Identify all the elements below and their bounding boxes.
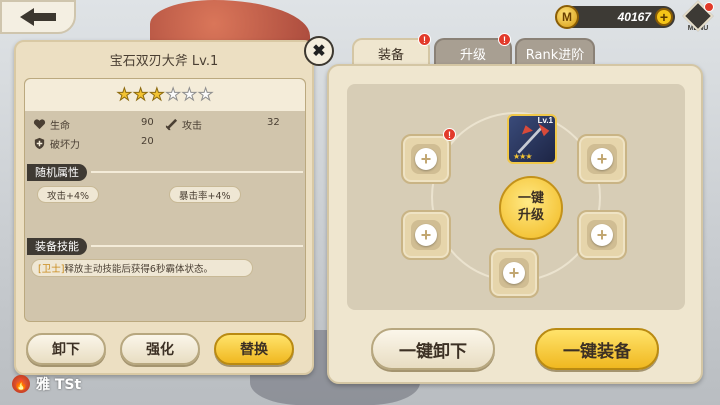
currency-bar: M 40167 +	[555, 5, 675, 29]
upgrade-all-button[interactable]: 一键 升级	[499, 176, 563, 240]
skill-tag: [卫士]	[38, 264, 65, 275]
menu-notification-badge	[704, 2, 714, 12]
tab-rank[interactable]: Rank进阶	[515, 38, 595, 66]
stat-attack: 攻击	[165, 117, 202, 132]
close-button[interactable]: ✖	[304, 36, 334, 66]
fire-element-icon: 🔥	[12, 375, 30, 393]
skill-title: 装备技能	[27, 237, 87, 255]
stat-hp: 生命	[33, 117, 70, 132]
add-currency-button[interactable]: +	[655, 8, 673, 26]
enhance-button[interactable]: 强化	[120, 333, 200, 365]
stat-hp-label: 生命	[50, 121, 70, 132]
unequip-all-button[interactable]: 一键卸下	[371, 328, 495, 370]
add-icon: +	[503, 262, 525, 284]
stat-destruction: 破坏力	[33, 136, 80, 151]
star-empty-icon: ★	[181, 84, 197, 105]
back-arrow-icon	[20, 8, 56, 26]
armor-slot-bottom-left[interactable]: +	[401, 210, 451, 260]
skill-header: 装备技能	[27, 237, 303, 255]
boots-slot[interactable]: +	[489, 248, 539, 298]
random-attr-header: 随机属性	[27, 163, 303, 181]
star-filled-icon: ★	[149, 84, 165, 105]
add-icon: +	[591, 148, 613, 170]
back-button[interactable]	[0, 0, 76, 34]
add-icon: +	[591, 224, 613, 246]
replace-button[interactable]: 替换	[214, 333, 294, 365]
currency-amount: 40167	[617, 10, 651, 24]
add-icon: +	[415, 148, 437, 170]
weapon-stars: ★★★	[513, 152, 532, 161]
tab-equipment-badge: !	[418, 33, 431, 46]
star-filled-icon: ★	[132, 84, 149, 105]
item-info-box: ★ ★ ★ ★ ★ ★ 生命 90 攻击 32 破坏力 20 随机属性 攻击+4…	[24, 78, 306, 322]
stat-destruction-value: 20	[141, 136, 154, 147]
stat-destruction-label: 破坏力	[50, 140, 80, 151]
close-icon: ✖	[312, 43, 326, 60]
item-actions: 卸下 强化 替换	[16, 329, 312, 373]
menu-button[interactable]: MENU	[680, 0, 716, 36]
slot-badge: !	[443, 128, 456, 141]
sword-icon	[165, 118, 178, 131]
heart-icon	[33, 119, 46, 130]
random-attr-pill: 攻击+4%	[37, 186, 100, 203]
armor-slot-top-left[interactable]: +	[401, 134, 451, 184]
skill-description: [卫士] 释放主动技能后获得6秒霸体状态。	[31, 259, 253, 277]
random-attr-title: 随机属性	[27, 163, 87, 181]
stat-attack-value: 32	[267, 117, 280, 128]
tab-upgrade-badge: !	[498, 33, 511, 46]
coin-icon: M	[555, 5, 579, 29]
upgrade-all-line1: 一键	[517, 191, 544, 207]
equip-all-button[interactable]: 一键装备	[535, 328, 659, 370]
item-detail-panel: 宝石双刃大斧 Lv.1 ✖ ★ ★ ★ ★ ★ ★ 生命 90 攻击 32 破坏…	[14, 36, 334, 375]
equipment-panel: Lv.1 ★★★ + ! + + + + 一键 升级 一键卸下 一键装备	[327, 64, 703, 384]
star-empty-icon: ★	[197, 84, 214, 105]
shield-icon	[34, 137, 45, 150]
armor-slot-bottom-right[interactable]: +	[577, 210, 627, 260]
equipment-slots-area: Lv.1 ★★★ + ! + + + + 一键 升级	[347, 84, 685, 310]
add-icon: +	[415, 224, 437, 246]
stat-attack-label: 攻击	[182, 121, 202, 132]
skill-text: 释放主动技能后获得6秒霸体状态。	[64, 264, 213, 275]
item-title: 宝石双刃大斧 Lv.1	[109, 54, 219, 69]
character-name: 雅 TSt	[36, 377, 82, 393]
armor-slot-top-right[interactable]: +	[577, 134, 627, 184]
weapon-slot[interactable]: Lv.1 ★★★	[507, 114, 557, 164]
random-attr-pill: 暴击率+4%	[169, 186, 241, 203]
star-empty-icon: ★	[165, 84, 181, 105]
unequip-button[interactable]: 卸下	[26, 333, 106, 365]
item-star-rating: ★ ★ ★ ★ ★ ★	[25, 79, 305, 111]
upgrade-all-line2: 升级	[517, 208, 544, 223]
star-filled-icon: ★	[116, 84, 132, 105]
stat-hp-value: 90	[141, 117, 154, 128]
character-hud: 🔥 雅 TSt	[12, 374, 81, 394]
